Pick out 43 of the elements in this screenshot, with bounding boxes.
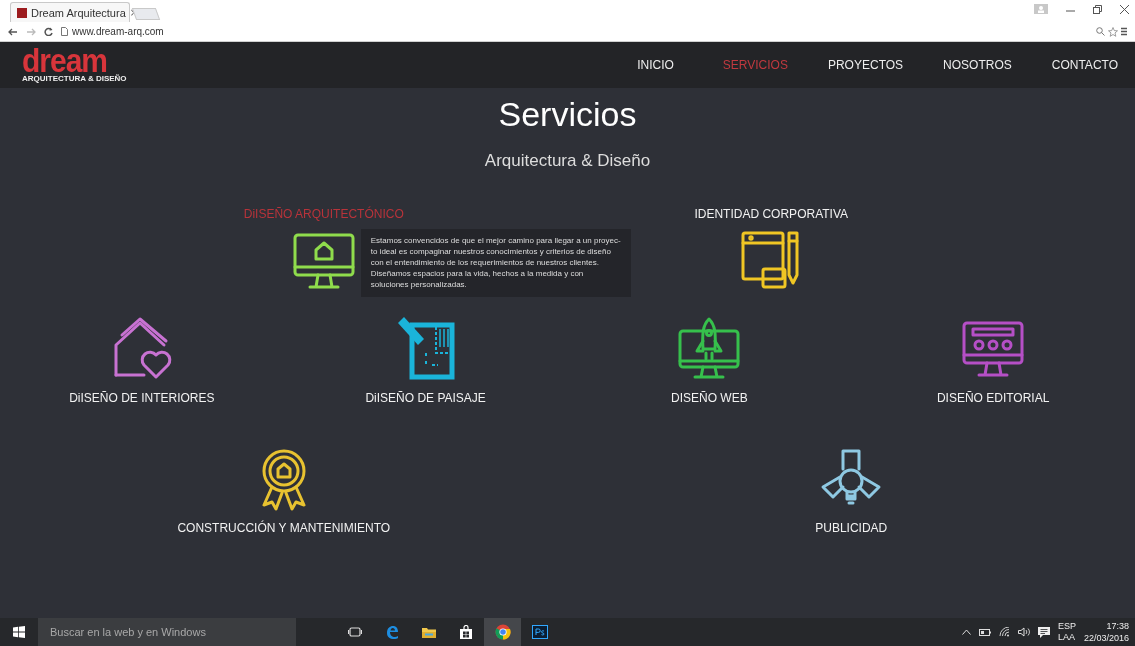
taskbar-search-field[interactable]: Buscar en la web y en Windows (38, 618, 296, 646)
page-title: Servicios (497, 94, 638, 134)
wifi-icon[interactable] (998, 627, 1010, 637)
restore-icon[interactable] (1093, 4, 1102, 14)
notification-icon[interactable] (1037, 626, 1050, 638)
battery-icon[interactable] (978, 628, 991, 636)
favicon-icon (17, 7, 27, 18)
edge-browser-icon[interactable] (384, 625, 399, 639)
folder-icon[interactable] (421, 626, 436, 638)
zoom-icon[interactable] (1096, 27, 1105, 36)
keyboard-layout[interactable]: LAA (1057, 632, 1076, 643)
chrome-browser-icon[interactable] (494, 624, 511, 640)
store-bag-icon[interactable] (459, 625, 472, 639)
page-subtitle: Arquitectura & Diseño (483, 151, 652, 171)
star-icon[interactable] (1108, 26, 1118, 37)
clock-time[interactable]: 17:38 (1106, 620, 1129, 632)
service-title[interactable]: IDENTIDAD CORPORATIVA (694, 207, 849, 221)
chevron-up-icon[interactable] (961, 629, 971, 635)
back-icon[interactable] (8, 27, 18, 36)
service-title[interactable]: PUBLICIDAD (815, 521, 888, 535)
task-view-icon[interactable] (347, 627, 362, 637)
url-text[interactable]: www.dream-arq.com (72, 26, 164, 37)
service-title[interactable]: CONSTRUCCIÓN Y MANTENIMIENTO (177, 521, 391, 535)
photoshop-app-icon[interactable] (531, 625, 548, 639)
service-title[interactable]: DiISEÑO DE INTERIORES (69, 391, 215, 405)
nav-link[interactable]: NOSOTROS (926, 58, 1029, 72)
volume-icon[interactable] (1017, 627, 1030, 637)
service-title[interactable]: DISEÑO WEB (671, 391, 748, 405)
language-code[interactable]: ESP (1057, 621, 1076, 632)
service-title[interactable]: DISEÑO EDITORIAL (936, 391, 1050, 405)
page-icon (61, 27, 68, 36)
service-title[interactable]: DiISEÑO DE PAISAJE (365, 391, 486, 405)
tab-title: Dream Arquitectura (31, 6, 126, 19)
clock-date[interactable]: 22/03/2016 (1083, 632, 1129, 644)
reload-icon[interactable] (44, 27, 53, 36)
nav-link[interactable]: PROYECTOS (810, 58, 921, 72)
close-icon[interactable] (1120, 4, 1129, 14)
menu-icon[interactable] (1121, 27, 1127, 36)
service-tooltip: Estamos convencidos de que el mejor camino para llegar a un proyec-to ideal es compaginar nuestros conocimientos y criterios de diseño con el entendimiento de los requerimientos de nuestros clientes. Diseñamos espacios para la vida, hechos a la medida y con soluciones personalizadas. (360, 229, 631, 297)
logo-tagline: ARQUITECTURA & DISEÑO (22, 73, 127, 83)
windows-start-icon[interactable] (13, 626, 25, 638)
nav-link[interactable]: INICIO (620, 58, 691, 72)
nav-link[interactable]: CONTACTO (1034, 58, 1135, 72)
